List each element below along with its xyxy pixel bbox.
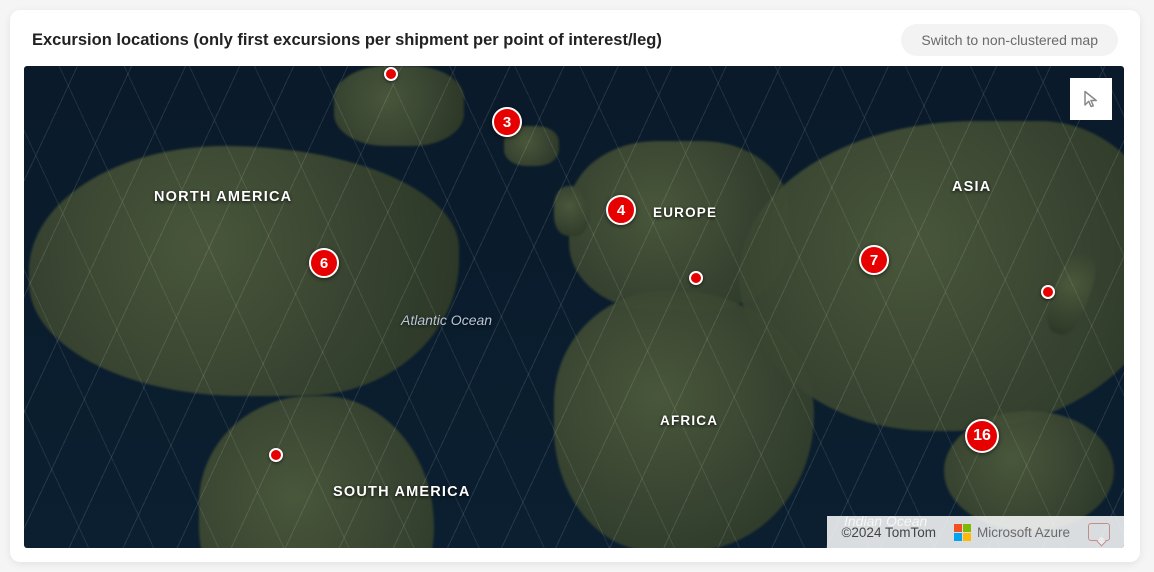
map-card: Excursion locations (only first excursio… bbox=[10, 10, 1140, 562]
cluster-central-asia[interactable]: 7 bbox=[859, 245, 889, 275]
azure-credit: Microsoft Azure bbox=[954, 523, 1070, 541]
cluster-sea[interactable]: 16 bbox=[965, 419, 999, 453]
label-south-america: SOUTH AMERICA bbox=[333, 484, 471, 500]
label-asia: ASIA bbox=[952, 179, 991, 195]
marker-japan[interactable] bbox=[1041, 285, 1055, 299]
header: Excursion locations (only first excursio… bbox=[24, 24, 1126, 56]
label-north-america: NORTH AMERICA bbox=[154, 189, 292, 205]
cluster-europe[interactable]: 4 bbox=[606, 195, 636, 225]
cluster-iceland[interactable]: 3 bbox=[492, 107, 522, 137]
azure-credit-text: Microsoft Azure bbox=[977, 525, 1070, 540]
marker-turkey[interactable] bbox=[689, 271, 703, 285]
tomtom-credit: ©2024 TomTom bbox=[841, 525, 936, 540]
marker-ecuador[interactable] bbox=[269, 448, 283, 462]
microsoft-logo-icon bbox=[954, 523, 972, 541]
country-borders bbox=[24, 66, 1124, 548]
label-africa: AFRICA bbox=[660, 413, 718, 428]
cursor-icon bbox=[1082, 90, 1100, 108]
map-select-tool[interactable] bbox=[1070, 78, 1112, 120]
label-atlantic: Atlantic Ocean bbox=[401, 312, 492, 328]
feedback-icon[interactable] bbox=[1088, 523, 1110, 541]
map-credit-bar: ©2024 TomTom Microsoft Azure bbox=[827, 516, 1124, 548]
card-title: Excursion locations (only first excursio… bbox=[32, 31, 662, 50]
map-viewport[interactable]: NORTH AMERICA SOUTH AMERICA EUROPE AFRIC… bbox=[24, 66, 1124, 548]
cluster-na[interactable]: 6 bbox=[309, 248, 339, 278]
label-europe: EUROPE bbox=[653, 205, 717, 220]
marker-greenland[interactable] bbox=[384, 67, 398, 81]
switch-map-button[interactable]: Switch to non-clustered map bbox=[901, 24, 1118, 56]
